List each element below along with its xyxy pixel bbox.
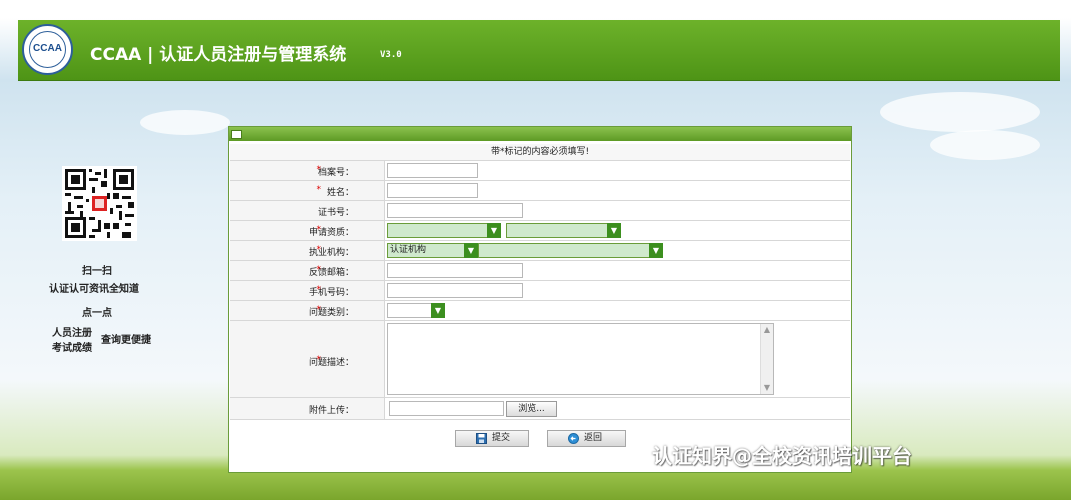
header-banner: CCAA CCAA | 认证人员注册与管理系统 V3.0 — [18, 20, 1060, 81]
logo-text: CCAA — [33, 43, 62, 54]
archive-no-input[interactable] — [387, 163, 478, 178]
row-archive-no: * 档案号： — [230, 161, 850, 181]
row-agency: * 执业机构： 认证机构 ▼ ▼ — [230, 241, 850, 261]
promo-scan-desc: 认证认可资讯全知道 — [49, 284, 139, 295]
qr-code — [62, 166, 137, 241]
attachment-path-input[interactable] — [389, 401, 504, 416]
description-textarea[interactable]: ▲ ▼ — [387, 323, 774, 395]
promo-scan: 扫一扫 — [82, 266, 112, 277]
submit-label: 提交 — [492, 433, 511, 443]
email-input[interactable] — [387, 263, 523, 278]
agency-type-select[interactable]: 认证机构 ▼ — [387, 243, 478, 258]
save-icon — [476, 433, 487, 444]
cloud-decoration — [140, 110, 230, 135]
row-attachment: 附件上传： 浏览... — [230, 398, 850, 420]
feedback-form-panel: 带*标记的内容必须填写! * 档案号： * 姓名： 证书号： * 申请资质： ▼ ▼ … — [228, 126, 852, 473]
back-button[interactable]: 返回 — [547, 430, 626, 447]
top-margin — [0, 0, 1071, 18]
required-mark: * — [316, 245, 322, 255]
required-mark: * — [316, 165, 322, 175]
textarea-scrollbar[interactable]: ▲ ▼ — [760, 324, 773, 394]
back-label: 返回 — [584, 433, 603, 443]
promo-register: 人员注册 — [52, 328, 92, 339]
row-phone: * 手机号码： — [230, 281, 850, 301]
ccaa-logo: CCAA — [22, 24, 73, 75]
promo-query: 查询更便捷 — [101, 335, 151, 346]
qualification-select-1[interactable]: ▼ — [387, 223, 501, 238]
required-mark: * — [316, 265, 322, 275]
label-attachment: 附件上传： — [308, 406, 354, 416]
panel-header — [229, 127, 851, 141]
row-category: * 问题类别： ▼ — [230, 301, 850, 321]
label-name: 姓名： — [326, 188, 354, 198]
agency-select[interactable]: ▼ — [478, 243, 663, 258]
name-input[interactable] — [387, 183, 478, 198]
panel-icon — [231, 130, 242, 139]
required-mark: * — [316, 285, 322, 295]
watermark-text: 认证知界@全校资讯培训平台 — [652, 444, 912, 468]
cloud-decoration — [880, 92, 1040, 132]
wechat-icon — [623, 445, 646, 462]
chevron-down-icon: ▼ — [487, 223, 501, 238]
system-title: CCAA | 认证人员注册与管理系统 — [90, 45, 347, 65]
browse-button[interactable]: 浏览... — [506, 401, 557, 417]
scroll-down-icon[interactable]: ▼ — [761, 382, 773, 394]
phone-input[interactable] — [387, 283, 523, 298]
back-arrow-icon — [568, 433, 579, 444]
chevron-down-icon: ▼ — [649, 243, 663, 258]
required-mark: * — [316, 305, 322, 315]
scroll-up-icon[interactable]: ▲ — [761, 324, 773, 336]
row-qualification: * 申请资质： ▼ ▼ — [230, 221, 850, 241]
promo-exam: 考试成绩 — [52, 343, 92, 354]
required-mark: * — [316, 225, 322, 235]
agency-type-value: 认证机构 — [390, 245, 427, 255]
chevron-down-icon: ▼ — [431, 303, 445, 318]
row-name: * 姓名： — [230, 181, 850, 201]
cloud-decoration — [930, 130, 1040, 160]
required-notice: 带*标记的内容必须填写! — [230, 144, 850, 161]
required-mark: * — [316, 355, 322, 365]
chevron-down-icon: ▼ — [607, 223, 621, 238]
row-description: * 问题描述： ▲ ▼ — [230, 321, 850, 398]
required-mark: * — [316, 185, 322, 195]
label-archive-no: 档案号： — [317, 168, 354, 178]
cert-no-input[interactable] — [387, 203, 523, 218]
row-email: * 反馈邮箱： — [230, 261, 850, 281]
chevron-down-icon: ▼ — [464, 243, 478, 258]
version-label: V3.0 — [380, 50, 402, 60]
submit-button[interactable]: 提交 — [455, 430, 529, 447]
label-cert-no: 证书号： — [317, 208, 354, 218]
promo-tap: 点一点 — [82, 308, 112, 319]
qualification-select-2[interactable]: ▼ — [506, 223, 621, 238]
row-cert-no: 证书号： — [230, 201, 850, 221]
category-select[interactable]: ▼ — [387, 303, 445, 318]
